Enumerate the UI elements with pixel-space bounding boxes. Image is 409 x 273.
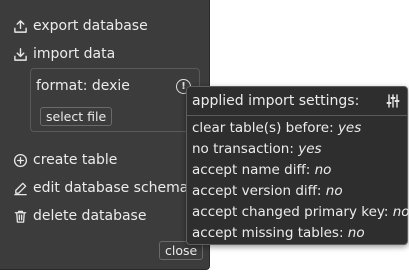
delete-database-label: delete database xyxy=(33,208,147,224)
sliders-icon[interactable] xyxy=(385,93,401,109)
edit-schema-item[interactable]: edit database schema xyxy=(12,178,188,198)
setting-row: accept missing tables: no xyxy=(192,225,365,241)
trash-icon xyxy=(12,208,28,224)
edit-schema-label: edit database schema xyxy=(33,180,189,196)
setting-row: accept changed primary key: no xyxy=(192,204,409,220)
import-settings-popup: applied import settings: clear table(s) … xyxy=(186,86,409,245)
import-data-label: import data xyxy=(33,46,116,62)
delete-database-item[interactable]: delete database xyxy=(12,206,146,226)
settings-list: clear table(s) before: yes no transactio… xyxy=(192,118,409,244)
export-database-label: export database xyxy=(33,18,148,34)
setting-row: no transaction: yes xyxy=(192,141,322,157)
setting-row: accept version diff: no xyxy=(192,183,343,199)
import-data-item[interactable]: import data xyxy=(12,44,115,64)
export-database-item[interactable]: export database xyxy=(12,16,148,36)
pencil-icon xyxy=(12,180,28,196)
create-table-item[interactable]: create table xyxy=(12,150,117,170)
format-label: format: dexie xyxy=(36,78,130,94)
setting-row: accept name diff: no xyxy=(192,162,332,178)
plus-circle-icon xyxy=(12,152,28,168)
import-options-panel: format: dexie ! select file xyxy=(30,68,200,132)
create-table-label: create table xyxy=(33,152,118,168)
database-menu: export database import data format: dexi… xyxy=(0,0,210,270)
popup-title: applied import settings: xyxy=(192,93,360,109)
setting-row: clear table(s) before: yes xyxy=(192,120,362,136)
download-icon xyxy=(12,46,28,62)
select-file-button[interactable]: select file xyxy=(40,107,113,126)
upload-icon xyxy=(12,18,28,34)
popup-header: applied import settings: xyxy=(187,87,407,116)
